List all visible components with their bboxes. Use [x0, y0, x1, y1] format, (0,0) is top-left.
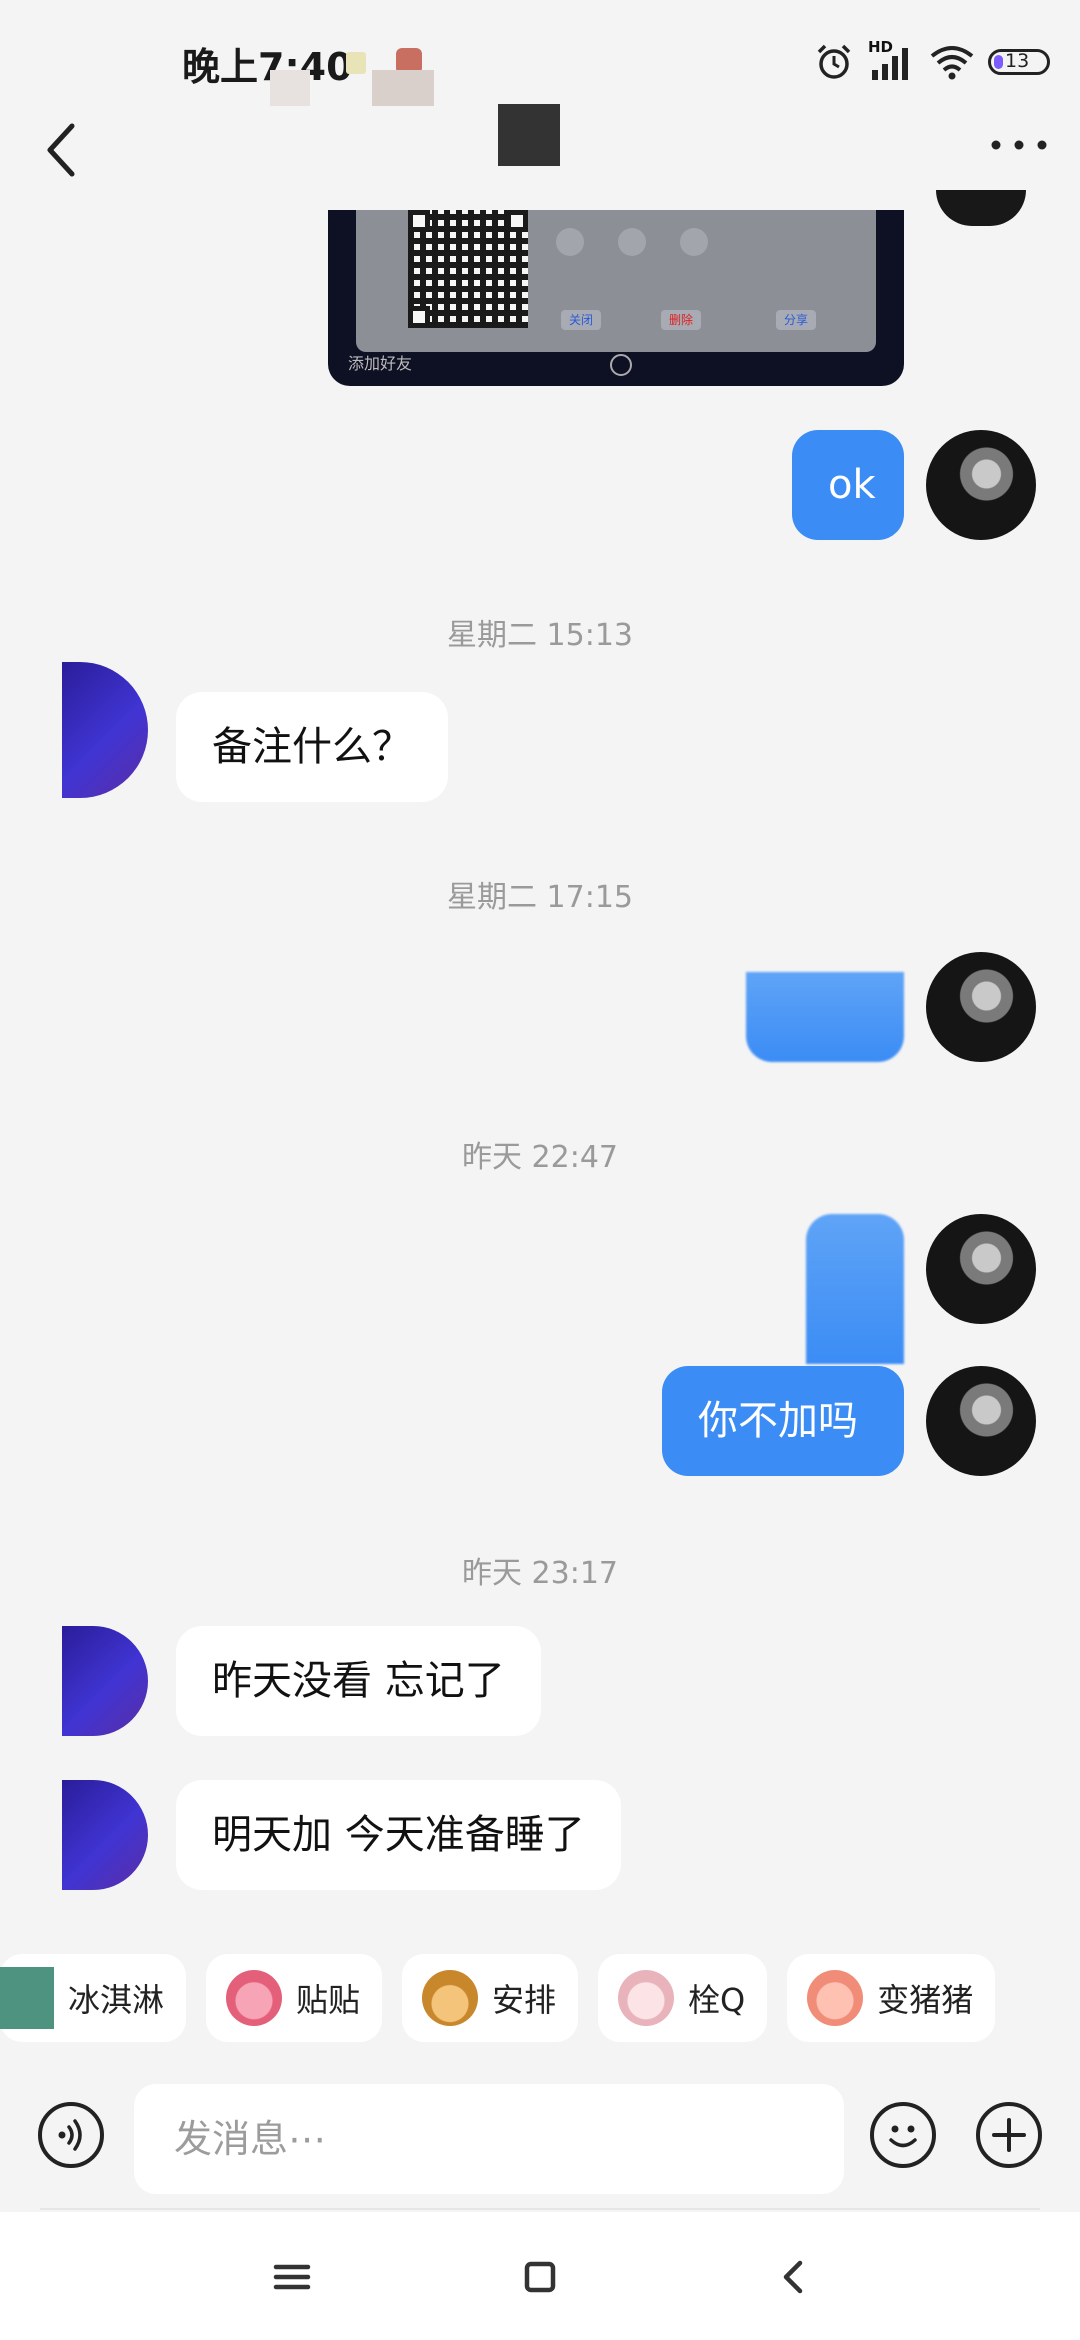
status-icons: HD 13: [814, 38, 1050, 84]
contact-avatar[interactable]: [62, 1780, 148, 1890]
timestamp: 星期二 17:15: [447, 880, 633, 915]
more-actions-button[interactable]: [976, 2102, 1042, 2168]
chat-header: [0, 100, 1080, 210]
wifi-icon: [930, 46, 974, 80]
my-avatar[interactable]: [926, 952, 1036, 1062]
home-button[interactable]: [500, 2242, 580, 2312]
contact-avatar[interactable]: [62, 1626, 148, 1736]
sticker-chip-hug[interactable]: 贴贴: [206, 1954, 383, 2042]
sticker-label: 栓Q: [688, 1981, 746, 2019]
voice-icon: [58, 2119, 82, 2151]
message-bubble-them[interactable]: 昨天没看 忘记了: [176, 1626, 541, 1736]
smiley-icon: [889, 2125, 917, 2148]
qr-corner: [408, 210, 430, 232]
sticker-chip-ice-cream[interactable]: 冰淇淋: [0, 1954, 187, 2042]
battery-fill: [994, 55, 1003, 69]
chat-area[interactable]: 关闭 删除 分享 添加好友 ok 星期二 15:13 备注什么？ 星期二 17:…: [0, 190, 1080, 1910]
sticker-label: 安排: [492, 1981, 557, 2019]
message-bubble-me[interactable]: 你不加吗: [662, 1366, 904, 1476]
sticker-label: 冰淇淋: [68, 1981, 165, 2019]
signal-bars-icon: [872, 48, 908, 80]
my-avatar[interactable]: [926, 430, 1036, 540]
emoji-button[interactable]: [870, 2102, 936, 2168]
contact-avatar[interactable]: [498, 104, 560, 166]
panel-icon: [618, 228, 646, 256]
my-avatar[interactable]: [926, 1214, 1036, 1324]
plus-icon: [992, 2118, 1026, 2152]
back-nav-button[interactable]: [754, 2242, 834, 2312]
recent-apps-button[interactable]: [252, 2242, 332, 2312]
qr-corner: [408, 306, 430, 328]
message-bubble-them[interactable]: 备注什么？: [176, 692, 448, 802]
my-avatar[interactable]: [936, 190, 1026, 226]
sticker-chip-arrange[interactable]: 安排: [402, 1954, 579, 2042]
sticker-label: 变猪猪: [877, 1981, 974, 2019]
battery-level: 13: [1005, 50, 1030, 72]
notification-icon: [346, 52, 366, 74]
sticker-chip-thank-you[interactable]: 栓Q: [598, 1954, 768, 2042]
qr-corner: [506, 210, 528, 232]
back-button[interactable]: [36, 118, 90, 182]
more-options-button[interactable]: [984, 120, 1054, 170]
panel-icon: [680, 228, 708, 256]
alarm-icon: [817, 44, 851, 79]
image-scroll-indicator: [610, 354, 632, 376]
sticker-chip-pig[interactable]: 变猪猪: [787, 1954, 996, 2042]
ice-cream-sticker-icon: [0, 1967, 54, 2029]
panel-icon: [556, 228, 584, 256]
image-message[interactable]: 关闭 删除 分享 添加好友: [328, 210, 904, 386]
input-bar: [0, 2070, 1080, 2210]
battery-icon: 13: [988, 49, 1050, 75]
timestamp: 星期二 15:13: [447, 618, 633, 653]
blurred-message-bubble[interactable]: [806, 1214, 904, 1364]
panel-delete-button: 删除: [661, 310, 702, 330]
pig-sticker-icon: [807, 1970, 864, 2026]
hug-sticker-icon: [226, 1970, 283, 2026]
system-navigation-bar: [0, 2212, 1080, 2340]
thank-you-sticker-icon: [618, 1970, 675, 2026]
qr-code: [408, 210, 528, 328]
sticker-label: 贴贴: [296, 1981, 361, 2019]
message-bubble-them[interactable]: 明天加 今天准备睡了: [176, 1780, 621, 1890]
message-input[interactable]: [134, 2084, 844, 2194]
divider: [40, 2208, 1040, 2210]
panel-share-button: 分享: [776, 310, 817, 330]
message-bubble-me[interactable]: ok: [792, 430, 904, 540]
my-avatar[interactable]: [926, 1366, 1036, 1476]
panel-close-button: 关闭: [561, 310, 602, 330]
status-time: 晚上7:40: [182, 45, 353, 89]
timestamp: 昨天 22:47: [462, 1140, 618, 1175]
contact-avatar[interactable]: [62, 662, 148, 798]
arrange-sticker-icon: [422, 1970, 479, 2026]
image-caption: 添加好友: [348, 354, 413, 373]
timestamp: 昨天 23:17: [462, 1556, 618, 1591]
sticker-suggestions: 冰淇淋 贴贴 安排 栓Q 变猪猪: [0, 1910, 1080, 2060]
voice-input-button[interactable]: [38, 2102, 104, 2168]
signal-icon: HD: [868, 38, 916, 82]
screenshot-panel: 关闭 删除 分享: [356, 210, 876, 352]
blurred-message-bubble[interactable]: [746, 972, 904, 1062]
